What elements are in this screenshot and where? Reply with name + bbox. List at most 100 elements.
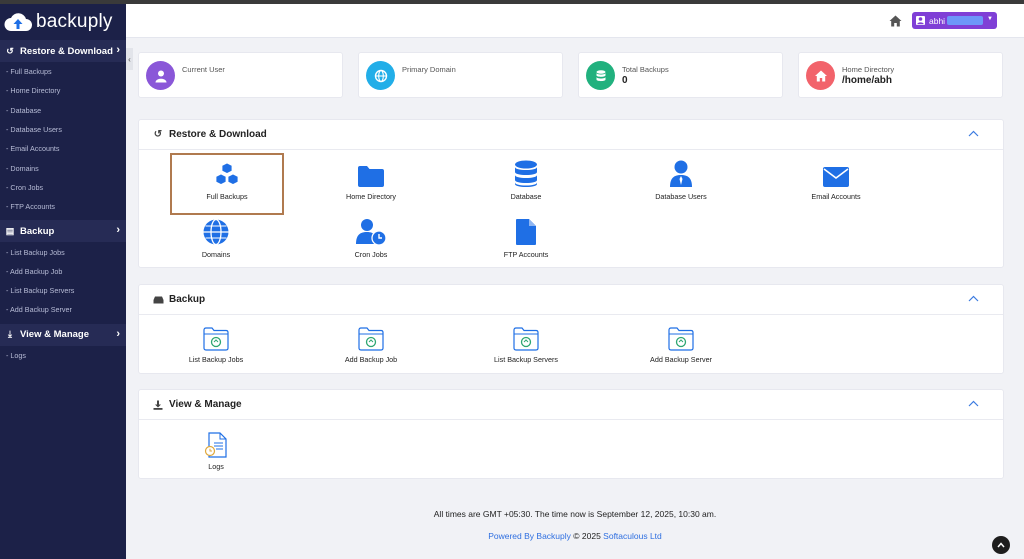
globe-icon: [161, 218, 271, 246]
sidebar-item-ftp-accounts[interactable]: - FTP Accounts: [0, 197, 126, 216]
stat-label: Total Backups: [622, 65, 669, 74]
server-time-text: All times are GMT +05:30. The time now i…: [433, 509, 717, 519]
tile-logs[interactable]: Logs: [161, 430, 271, 471]
hdd-icon: ▤: [5, 225, 15, 236]
folder-sync-icon: [471, 323, 581, 351]
panel-header[interactable]: View & Manage: [139, 390, 1003, 420]
copyright-text: © 2025: [570, 531, 604, 541]
company-link[interactable]: Softaculous Ltd: [603, 531, 662, 541]
stat-card-current-user: Current User: [138, 52, 343, 98]
tile-full-backups[interactable]: Full Backups: [170, 153, 284, 215]
tile-label: Domains: [201, 250, 231, 259]
globe-icon: [366, 61, 395, 90]
chevron-right-icon: ›: [116, 224, 120, 237]
sidebar-item-list-backup-jobs[interactable]: - List Backup Jobs: [0, 242, 126, 261]
tile-list-backup-jobs[interactable]: List Backup Jobs: [161, 323, 271, 364]
chevron-up-icon: [997, 542, 1005, 548]
powered-by-footer: Powered By Backuply © 2025 Softaculous L…: [126, 531, 1024, 541]
chevron-up-icon[interactable]: [968, 294, 979, 305]
tile-label: Logs: [208, 462, 224, 471]
chevron-up-icon[interactable]: [968, 129, 979, 140]
sidebar-section-backup[interactable]: ▤ Backup ›: [0, 220, 126, 243]
tile-label: FTP Accounts: [503, 250, 549, 259]
sidebar-item-email-accounts[interactable]: - Email Accounts: [0, 139, 126, 158]
tile-home-directory[interactable]: Home Directory: [316, 160, 426, 201]
powered-by-link[interactable]: Powered By Backuply: [488, 531, 571, 541]
tile-label: Email Accounts: [811, 192, 861, 201]
tile-database[interactable]: Database: [471, 160, 581, 201]
top-header: abhi ▼: [126, 4, 1024, 38]
tile-label: Database: [510, 192, 542, 201]
file-icon: [471, 218, 581, 246]
stat-card-home-directory: Home Directory /home/abh: [798, 52, 1003, 98]
username: abhi: [929, 15, 946, 26]
sidebar-item-cron-jobs[interactable]: - Cron Jobs: [0, 178, 126, 197]
sidebar-item-domains[interactable]: - Domains: [0, 158, 126, 177]
panel-header[interactable]: Backup: [139, 285, 1003, 315]
sidebar-collapse-toggle[interactable]: ‹: [126, 48, 133, 70]
sidebar-section-label: Restore & Download: [20, 45, 113, 57]
sidebar-item-list-backup-servers[interactable]: - List Backup Servers: [0, 281, 126, 300]
brand-name: backuply: [36, 11, 113, 32]
sidebar-item-add-backup-server[interactable]: - Add Backup Server: [0, 300, 126, 319]
panel-title: Backup: [169, 294, 206, 305]
tile-list-backup-servers[interactable]: List Backup Servers: [471, 323, 581, 364]
tile-label: List Backup Servers: [494, 355, 558, 364]
file-clock-icon: [161, 430, 271, 458]
stat-label: Primary Domain: [402, 65, 456, 74]
folder-sync-icon: [626, 323, 736, 351]
tile-cron-jobs[interactable]: Cron Jobs: [316, 218, 426, 259]
panel-backup: Backup List Backup Jobs Add Backup Job L…: [138, 284, 1004, 374]
panel-title: View & Manage: [169, 399, 242, 410]
tile-label: Add Backup Server: [650, 355, 712, 364]
sidebar-item-database[interactable]: - Database: [0, 101, 126, 120]
download-icon: [152, 400, 164, 410]
user-icon: [146, 61, 175, 90]
folder-sync-icon: [161, 323, 271, 351]
caret-down-icon: ▼: [987, 16, 993, 22]
scroll-to-top-button[interactable]: [992, 536, 1010, 554]
sidebar-section-label: Backup: [20, 225, 55, 237]
undo-icon: ↺: [6, 45, 14, 56]
logo[interactable]: backuply: [0, 4, 126, 40]
stat-card-total-backups: Total Backups 0: [578, 52, 783, 98]
tile-add-backup-server[interactable]: Add Backup Server: [626, 323, 736, 364]
panel-title: Restore & Download: [169, 129, 267, 140]
home-icon[interactable]: [889, 14, 902, 32]
sidebar-item-database-users[interactable]: - Database Users: [0, 120, 126, 139]
sidebar: backuply ↺ Restore & Download › - Full B…: [0, 4, 126, 559]
sidebar-section-view-manage[interactable]: ⤓ View & Manage ›: [0, 323, 126, 346]
tile-add-backup-job[interactable]: Add Backup Job: [316, 323, 426, 364]
stat-value: /home/abh: [842, 75, 893, 86]
tile-email-accounts[interactable]: Email Accounts: [781, 160, 891, 201]
stat-label: Home Directory: [842, 65, 895, 74]
user-menu-button[interactable]: abhi ▼: [912, 12, 997, 29]
tile-ftp-accounts[interactable]: FTP Accounts: [471, 218, 581, 259]
home-icon: [806, 61, 835, 90]
sidebar-item-home-directory[interactable]: - Home Directory: [0, 81, 126, 100]
tile-domains[interactable]: Domains: [161, 218, 271, 259]
stat-card-primary-domain: Primary Domain: [358, 52, 563, 98]
download-icon: ⤓: [8, 329, 12, 340]
panel-restore-download: ↺ Restore & Download Full Backups Home D…: [138, 119, 1004, 268]
panel-header[interactable]: ↺ Restore & Download: [139, 120, 1003, 150]
user-clock-icon: [316, 218, 426, 246]
cubes-icon: [172, 160, 282, 188]
sidebar-item-add-backup-job[interactable]: - Add Backup Job: [0, 262, 126, 281]
sidebar-section-label: View & Manage: [20, 329, 89, 341]
sidebar-item-logs[interactable]: - Logs: [0, 346, 126, 365]
stat-label: Current User: [182, 65, 225, 74]
panel-view-manage: View & Manage Logs: [138, 389, 1004, 479]
hdd-icon: [152, 296, 164, 304]
sidebar-item-full-backups[interactable]: - Full Backups: [0, 62, 126, 81]
tile-label: Cron Jobs: [354, 250, 388, 259]
undo-icon: ↺: [153, 129, 163, 140]
chevron-right-icon: ›: [116, 327, 120, 340]
cloud-upload-icon: [3, 10, 33, 34]
chevron-up-icon[interactable]: [968, 399, 979, 410]
envelope-icon: [781, 160, 891, 188]
sidebar-section-restore[interactable]: ↺ Restore & Download ›: [0, 40, 126, 62]
tile-database-users[interactable]: Database Users: [626, 160, 736, 201]
user-tie-icon: [626, 160, 736, 188]
chevron-right-icon: ›: [116, 44, 120, 56]
